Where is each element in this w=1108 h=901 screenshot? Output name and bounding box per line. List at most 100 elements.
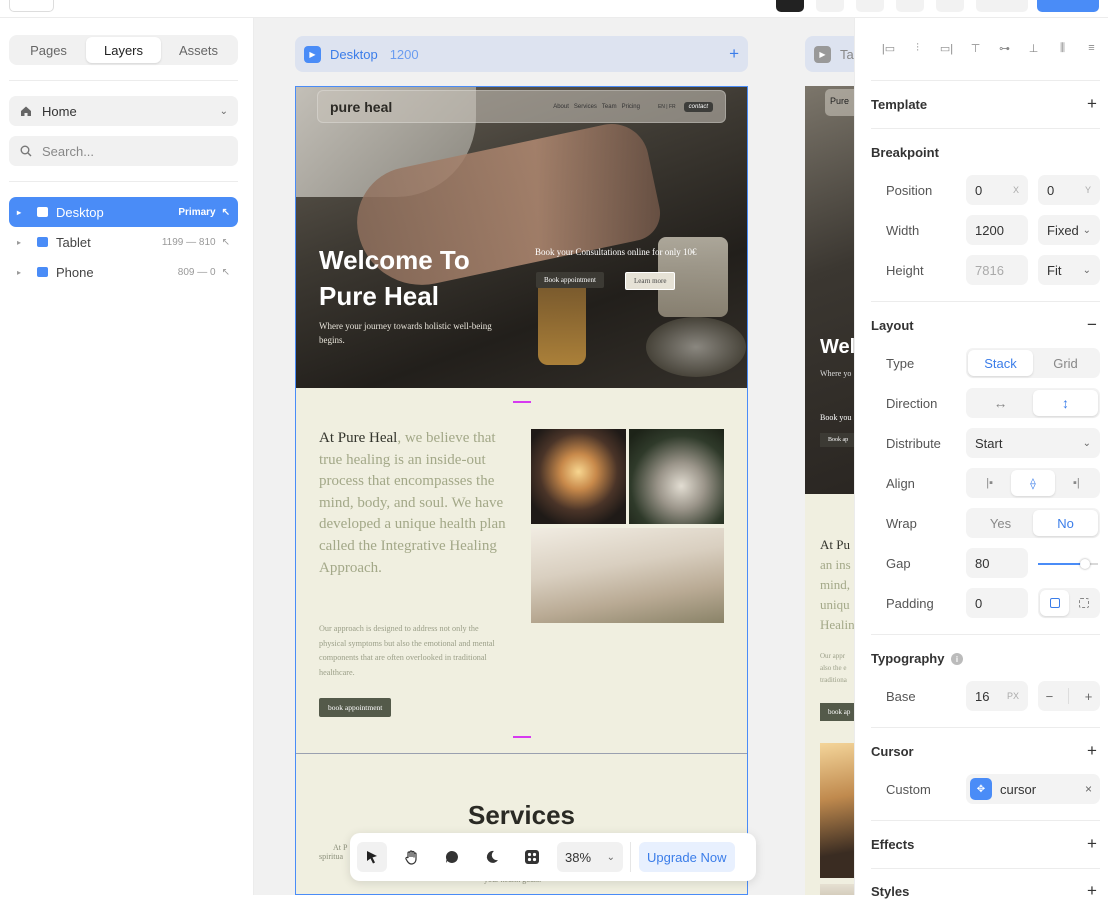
select-tool-button[interactable] xyxy=(357,842,387,872)
add-style-icon[interactable]: + xyxy=(1085,881,1099,901)
tablet-frame-body[interactable]: At Pu an ins mind, uniqu Healin Our appr… xyxy=(805,494,854,895)
position-x-input[interactable]: 0X xyxy=(966,175,1028,205)
language-switch[interactable]: EN | FR xyxy=(658,104,676,110)
tablet-about-button[interactable]: book ap xyxy=(820,703,854,721)
page-select[interactable]: Home ⌄ xyxy=(9,96,238,126)
position-label: Position xyxy=(886,183,933,198)
nav-link-about[interactable]: About xyxy=(553,104,569,110)
gap-input[interactable]: 80 xyxy=(966,548,1028,578)
wrap-toggle: Yes No xyxy=(966,508,1100,538)
desktop-frame-header[interactable]: ▶ Desktop 1200 + xyxy=(295,36,748,72)
site-logo[interactable]: pure heal xyxy=(330,99,548,115)
book-appointment-button[interactable]: Book appointment xyxy=(536,272,604,288)
search-field[interactable]: Search... xyxy=(9,136,238,166)
nav-link-services[interactable]: Services xyxy=(574,104,597,110)
tablet-frame[interactable]: Pure Wel Where yo Book you Book ap xyxy=(805,86,854,494)
tablet-frame-header[interactable]: ▶ Ta xyxy=(805,36,854,72)
gap-guide[interactable] xyxy=(513,401,531,403)
align-left-icon[interactable]: |▭ xyxy=(874,38,903,58)
info-icon[interactable]: i xyxy=(951,653,963,665)
increment-icon[interactable]: + xyxy=(1085,689,1093,704)
height-mode-select[interactable]: Fit ⌄ xyxy=(1038,255,1100,285)
add-template-icon[interactable]: + xyxy=(1085,94,1099,114)
toolbar-button[interactable] xyxy=(936,0,964,12)
learn-more-button[interactable]: Learn more xyxy=(625,272,676,290)
padding-individual-icon[interactable] xyxy=(1069,590,1098,616)
tab-pages[interactable]: Pages xyxy=(11,37,86,63)
expand-arrow-icon[interactable]: ▸ xyxy=(17,238,29,247)
decrement-icon[interactable]: − xyxy=(1046,689,1054,704)
toolbar-button[interactable] xyxy=(856,0,884,12)
align-center-h-icon[interactable]: ⫶ xyxy=(903,38,932,58)
collapse-layout-icon[interactable]: − xyxy=(1085,315,1099,335)
px-unit: PX xyxy=(1006,691,1019,701)
publish-button[interactable] xyxy=(1037,0,1099,12)
align-center-icon[interactable]: ⟠ xyxy=(1011,470,1055,496)
comment-tool-button[interactable] xyxy=(437,842,467,872)
components-tool-button[interactable] xyxy=(517,842,547,872)
hero-section[interactable]: pure heal About Services Team Pricing EN… xyxy=(296,87,747,388)
share-button[interactable] xyxy=(816,0,844,12)
align-bottom-icon[interactable]: ⊥ xyxy=(1019,38,1048,58)
search-icon xyxy=(19,144,33,158)
theme-tool-button[interactable] xyxy=(477,842,507,872)
align-top-icon[interactable]: ⊤ xyxy=(961,38,990,58)
contact-button[interactable]: contact xyxy=(683,101,713,112)
breakpoint-desktop[interactable]: ▸ Desktop Primary ↖ xyxy=(9,197,238,227)
position-y-input[interactable]: 0Y xyxy=(1038,175,1100,205)
about-book-button[interactable]: book appointment xyxy=(319,698,392,717)
wrap-no-option[interactable]: No xyxy=(1033,510,1098,536)
expand-arrow-icon[interactable]: ▸ xyxy=(17,208,29,217)
tab-assets[interactable]: Assets xyxy=(161,37,236,63)
nav-link-pricing[interactable]: Pricing xyxy=(622,104,640,110)
distribute-h-icon[interactable]: ⫼ xyxy=(1048,38,1077,58)
distribute-select[interactable]: Start ⌄ xyxy=(966,428,1100,458)
left-panel: Pages Layers Assets Home ⌄ Search... ▸ D… xyxy=(0,18,254,895)
type-stack-option[interactable]: Stack xyxy=(968,350,1033,376)
site-navbar[interactable]: pure heal About Services Team Pricing EN… xyxy=(317,90,726,123)
nav-link-team[interactable]: Team xyxy=(602,104,617,110)
gap-slider[interactable] xyxy=(1038,559,1098,569)
avatar[interactable] xyxy=(776,0,804,12)
vertical-arrow-icon[interactable]: ↕ xyxy=(1033,390,1098,416)
width-mode-select[interactable]: Fixed ⌄ xyxy=(1038,215,1100,245)
play-icon[interactable]: ▶ xyxy=(814,45,831,63)
toolbar-button[interactable] xyxy=(896,0,924,12)
tab-layers[interactable]: Layers xyxy=(86,37,161,63)
horizontal-arrow-icon[interactable]: ↔ xyxy=(968,390,1033,416)
tablet-book-button[interactable]: Book ap xyxy=(820,433,854,447)
chevron-down-icon: ⌄ xyxy=(606,851,615,863)
add-effect-icon[interactable]: + xyxy=(1085,834,1099,854)
toolbar-button[interactable] xyxy=(976,0,1028,12)
services-text: At Pspiritua xyxy=(319,843,347,861)
type-grid-option[interactable]: Grid xyxy=(1033,350,1098,376)
search-input[interactable]: Search... xyxy=(42,144,94,159)
hand-tool-button[interactable] xyxy=(397,842,427,872)
align-right-icon[interactable]: ▭| xyxy=(932,38,961,58)
add-icon[interactable]: + xyxy=(729,44,739,64)
canvas[interactable]: ▶ Desktop 1200 + ▶ Ta pure heal About Se… xyxy=(254,18,854,895)
align-middle-icon[interactable]: ⊶ xyxy=(990,38,1019,58)
custom-cursor-field[interactable]: ✥ cursor × xyxy=(966,774,1100,804)
breakpoint-phone[interactable]: ▸ Phone 809 — 0 ↖ xyxy=(9,257,238,287)
height-input[interactable]: 7816 xyxy=(966,255,1028,285)
distribute-v-icon[interactable]: ≡ xyxy=(1077,38,1106,58)
add-cursor-icon[interactable]: + xyxy=(1085,741,1099,761)
padding-uniform-icon[interactable] xyxy=(1040,590,1069,616)
play-icon[interactable]: ▶ xyxy=(304,45,321,63)
padding-input[interactable]: 0 xyxy=(966,588,1028,618)
gap-guide[interactable] xyxy=(513,736,531,738)
base-size-input[interactable]: 16 PX xyxy=(966,681,1028,711)
zoom-select[interactable]: 38% ⌄ xyxy=(557,842,623,872)
expand-arrow-icon[interactable]: ▸ xyxy=(17,268,29,277)
width-input[interactable]: 1200 xyxy=(966,215,1028,245)
desktop-frame[interactable]: pure heal About Services Team Pricing EN… xyxy=(295,86,748,895)
gap-slider-thumb[interactable] xyxy=(1080,559,1090,569)
upgrade-button[interactable]: Upgrade Now xyxy=(639,842,735,872)
wrap-yes-option[interactable]: Yes xyxy=(968,510,1033,536)
breakpoint-tablet[interactable]: ▸ Tablet 1199 — 810 ↖ xyxy=(9,227,238,257)
align-start-icon[interactable]: |▪ xyxy=(968,470,1011,496)
clear-icon[interactable]: × xyxy=(1085,782,1092,796)
menu-button[interactable] xyxy=(9,0,54,12)
align-end-icon[interactable]: ▪| xyxy=(1055,470,1098,496)
